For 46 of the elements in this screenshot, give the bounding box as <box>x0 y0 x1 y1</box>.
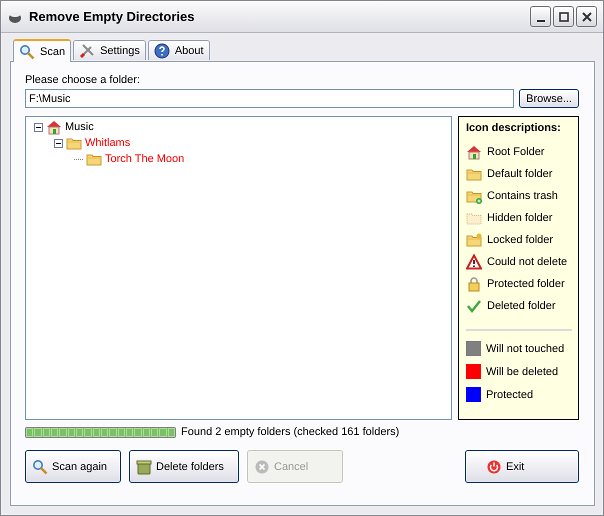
maximize-button[interactable] <box>553 6 574 27</box>
folder-label: Please choose a folder: <box>25 74 141 86</box>
legend-label: Default folder <box>487 168 552 180</box>
minimize-icon <box>536 20 544 22</box>
checkmark-icon <box>466 298 482 314</box>
minimize-button[interactable] <box>530 6 551 27</box>
legend-label: Will be deleted <box>486 366 558 378</box>
search-icon <box>19 44 35 60</box>
action-button[interactable]: Delete folders <box>129 450 239 483</box>
power-icon <box>486 458 502 474</box>
exit-button[interactable]: Exit <box>465 450 579 483</box>
legend-label: Deleted folder <box>487 300 556 312</box>
tab[interactable]: Scan <box>13 39 72 62</box>
legend-label: Will not touched <box>486 342 564 354</box>
legend-title: Icon descriptions: <box>466 122 562 134</box>
help-icon <box>154 42 170 58</box>
status-text: Found 2 empty folders (checked 161 folders) <box>181 426 400 438</box>
search-icon <box>32 458 48 474</box>
tools-icon <box>79 42 96 58</box>
legend-label: Locked folder <box>487 234 554 246</box>
tree-item[interactable]: Torch The Moon <box>105 153 184 165</box>
bin-icon <box>136 458 152 474</box>
action-button[interactable]: Scan again <box>25 450 121 483</box>
legend-label: Protected <box>486 388 534 400</box>
house-icon <box>46 119 62 135</box>
padlock-icon <box>466 276 482 292</box>
tab[interactable]: About <box>148 40 210 60</box>
warning-icon <box>466 254 482 270</box>
close-icon <box>580 10 592 22</box>
close-button[interactable] <box>576 6 597 27</box>
legend-label: Hidden folder <box>487 212 552 224</box>
legend-label: Contains trash <box>487 190 558 202</box>
cancel-icon <box>254 458 270 474</box>
collapse-toggle[interactable] <box>34 122 43 132</box>
window-title: Remove Empty Directories <box>29 9 196 24</box>
folder-field[interactable]: F:\Music <box>25 89 514 108</box>
legend-label: Root Folder <box>487 146 544 158</box>
tree-item[interactable]: Music <box>65 121 94 133</box>
house-icon <box>466 144 482 160</box>
tab[interactable]: Settings <box>73 40 146 60</box>
legend-label: Protected folder <box>487 278 565 290</box>
maximize-icon <box>558 10 570 22</box>
collapse-toggle[interactable] <box>54 138 63 148</box>
tree-item[interactable]: Whitlams <box>85 137 130 149</box>
browse-button[interactable]: Browse... <box>519 89 579 108</box>
legend-label: Could not delete <box>487 256 568 268</box>
